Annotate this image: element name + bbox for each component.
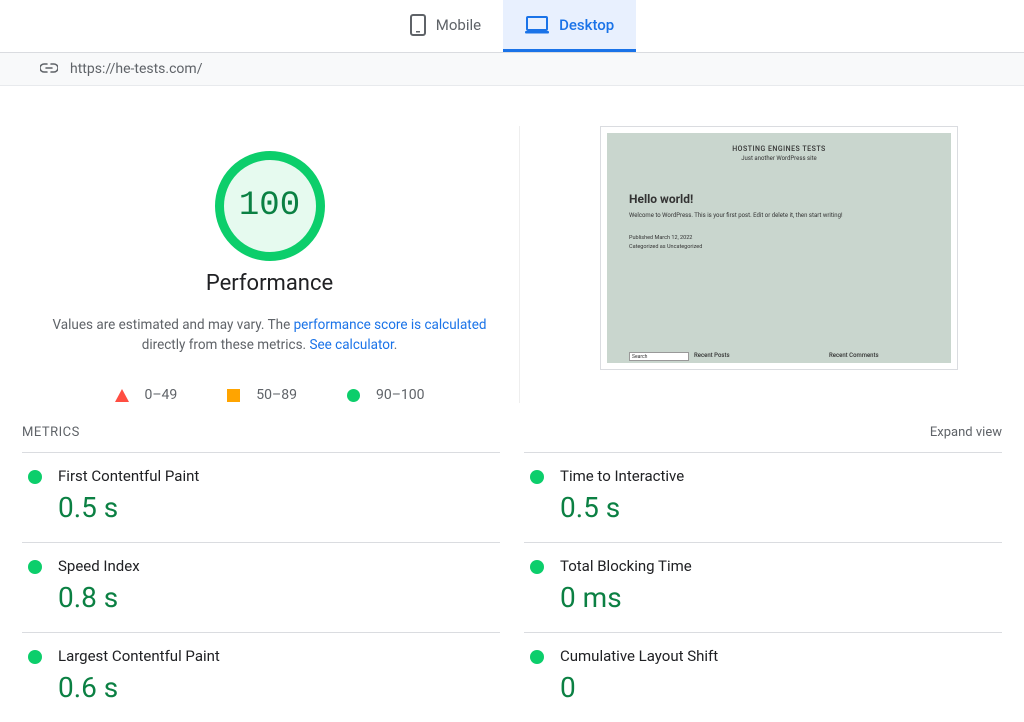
metric-tbt: Total Blocking Time 0 ms [524, 542, 1002, 632]
status-dot-icon [530, 650, 544, 664]
preview-site-title: HOSTING ENGINES TESTS [629, 145, 929, 153]
summary-section: 100 Performance Values are estimated and… [0, 86, 1024, 413]
metric-fcp: First Contentful Paint 0.5 s [22, 452, 500, 542]
circle-icon [347, 389, 360, 402]
tested-url: https://he-tests.com/ [70, 61, 202, 77]
legend-high: 90–100 [347, 387, 425, 403]
gauge-wrap: 100 [50, 151, 489, 261]
metric-tti: Time to Interactive 0.5 s [524, 452, 1002, 542]
preview-body: Welcome to WordPress. This is your first… [629, 212, 929, 220]
link-see-calculator[interactable]: See calculator [309, 337, 393, 353]
metric-value: 0 ms [560, 581, 692, 614]
device-tabs: Mobile Desktop [0, 0, 1024, 53]
metric-value: 0.5 s [58, 491, 199, 524]
expand-view-link[interactable]: Expand view [930, 425, 1002, 440]
url-bar: https://he-tests.com/ [0, 53, 1024, 86]
status-dot-icon [28, 650, 42, 664]
tab-desktop-label: Desktop [559, 16, 614, 34]
metrics-header: METRICS Expand view [0, 413, 1024, 452]
score-panel: 100 Performance Values are estimated and… [20, 126, 520, 403]
tab-desktop[interactable]: Desktop [503, 0, 636, 52]
mobile-icon [410, 14, 426, 36]
score-title: Performance [50, 271, 489, 296]
link-icon [40, 61, 58, 77]
score-description: Values are estimated and may vary. The p… [50, 316, 489, 355]
status-dot-icon [530, 560, 544, 574]
status-dot-icon [28, 470, 42, 484]
metric-value: 0.6 s [58, 671, 220, 704]
tab-mobile[interactable]: Mobile [388, 0, 503, 52]
metric-label: First Contentful Paint [58, 467, 199, 485]
score-value: 100 [239, 187, 300, 225]
status-dot-icon [28, 560, 42, 574]
tab-mobile-label: Mobile [436, 16, 481, 34]
link-score-calc[interactable]: performance score is calculated [294, 317, 487, 333]
metric-lcp: Largest Contentful Paint 0.6 s [22, 632, 500, 722]
metric-value: 0 [560, 671, 718, 704]
metric-label: Total Blocking Time [560, 557, 692, 575]
metrics-title: METRICS [22, 425, 80, 440]
legend-mid: 50–89 [227, 387, 297, 403]
square-icon [227, 389, 240, 402]
metric-label: Cumulative Layout Shift [560, 647, 718, 665]
metric-label: Time to Interactive [560, 467, 684, 485]
metrics-grid: First Contentful Paint 0.5 s Time to Int… [0, 452, 1024, 722]
metric-value: 0.8 s [58, 581, 140, 614]
metric-label: Speed Index [58, 557, 140, 575]
score-gauge: 100 [215, 151, 325, 261]
page-screenshot: HOSTING ENGINES TESTS Just another WordP… [600, 126, 958, 370]
status-dot-icon [530, 470, 544, 484]
desktop-icon [525, 16, 549, 34]
preview-heading: Hello world! [629, 192, 929, 206]
preview-search: Search [629, 352, 689, 361]
preview-footer: Search Recent Posts Recent Comments [607, 348, 951, 363]
preview-meta: Published March 12, 2022 Categorized as … [629, 234, 929, 251]
score-legend: 0–49 50–89 90–100 [50, 387, 489, 403]
preview-panel: HOSTING ENGINES TESTS Just another WordP… [520, 126, 1004, 403]
metric-si: Speed Index 0.8 s [22, 542, 500, 632]
preview-site-subtitle: Just another WordPress site [629, 155, 929, 162]
legend-low: 0–49 [115, 387, 178, 403]
metric-cls: Cumulative Layout Shift 0 [524, 632, 1002, 722]
metric-value: 0.5 s [560, 491, 684, 524]
metric-label: Largest Contentful Paint [58, 647, 220, 665]
triangle-icon [115, 389, 129, 402]
